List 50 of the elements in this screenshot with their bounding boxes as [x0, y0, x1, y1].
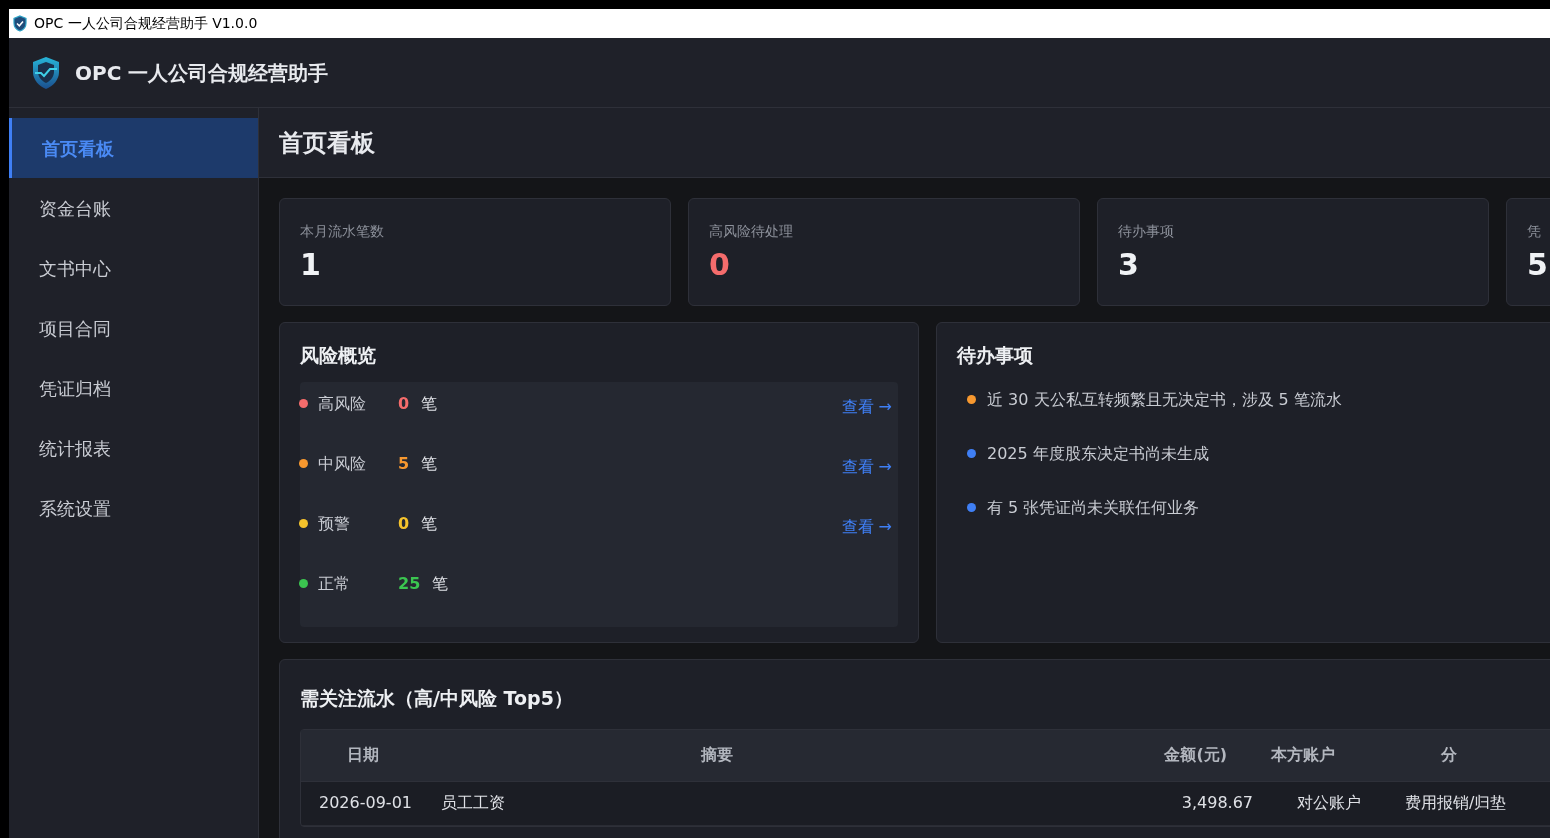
- shield-icon: [12, 15, 28, 32]
- risk-count: 0: [398, 392, 410, 415]
- unit-label: 笔: [421, 392, 438, 415]
- app-title: OPC 一人公司合规经营助手: [75, 59, 329, 87]
- stat-label: 本月流水笔数: [300, 222, 385, 241]
- stat-value: 5: [1527, 246, 1549, 284]
- stat-label: 凭: [1527, 222, 1542, 241]
- risk-count: 0: [398, 512, 410, 535]
- todo-text: 近 30 天公私互转频繁且无决定书，涉及 5 笔流水: [987, 388, 1342, 411]
- unit-label: 笔: [421, 512, 438, 535]
- sidebar-item[interactable]: 凭证归档: [9, 358, 258, 418]
- table-cell-text: 费用报销/归垫: [1404, 792, 1508, 814]
- shield-logo-icon: [31, 55, 61, 90]
- column-header: 摘要: [699, 744, 734, 766]
- stat-label: 待办事项: [1118, 222, 1175, 241]
- card-title: 待办事项: [957, 343, 1034, 368]
- sidebar-item[interactable]: 项目合同: [9, 298, 258, 358]
- sidebar-item[interactable]: 文书中心: [9, 238, 258, 298]
- todo-text: 有 5 张凭证尚未关联任何业务: [987, 496, 1200, 519]
- unit-label: 笔: [421, 452, 438, 475]
- risk-label: 高风险: [318, 392, 367, 415]
- stat-value: 0: [709, 246, 731, 284]
- unit-label: 笔: [432, 572, 449, 595]
- window-title: OPC 一人公司合规经营助手 V1.0.0: [34, 14, 258, 33]
- stat-label: 高风险待处理: [709, 222, 794, 241]
- column-header: 本方账户: [1270, 744, 1336, 766]
- column-header: 金额(元): [1163, 744, 1227, 766]
- table-cell-text: 员工工资: [440, 792, 506, 814]
- view-link[interactable]: 查看 →: [841, 514, 892, 539]
- stat-value: 3: [1118, 246, 1140, 284]
- view-link[interactable]: 查看 →: [841, 454, 892, 479]
- risk-label: 正常: [318, 572, 351, 595]
- table-cell-text: 2026-09-01: [318, 792, 413, 814]
- sidebar-item[interactable]: 统计报表: [9, 418, 258, 478]
- table-cell-text: 对公账户: [1296, 792, 1362, 814]
- todo-text: 2025 年度股东决定书尚未生成: [987, 442, 1209, 465]
- view-link[interactable]: 查看 →: [841, 394, 892, 419]
- sidebar-item[interactable]: 系统设置: [9, 478, 258, 538]
- card-title: 风险概览: [300, 343, 377, 368]
- page-title: 首页看板: [279, 127, 375, 159]
- sidebar-item[interactable]: 资金台账: [9, 178, 258, 238]
- stat-value: 1: [300, 246, 322, 284]
- card-title: 需关注流水（高/中风险 Top5）: [300, 686, 574, 711]
- column-header: 日期: [346, 744, 380, 766]
- column-header: 分: [1440, 744, 1458, 766]
- risk-label: 中风险: [318, 452, 367, 475]
- table-cell-text: 3,498.67: [1180, 792, 1253, 814]
- risk-label: 预警: [318, 512, 351, 535]
- risk-count: 25: [398, 572, 421, 595]
- risk-count: 5: [398, 452, 410, 475]
